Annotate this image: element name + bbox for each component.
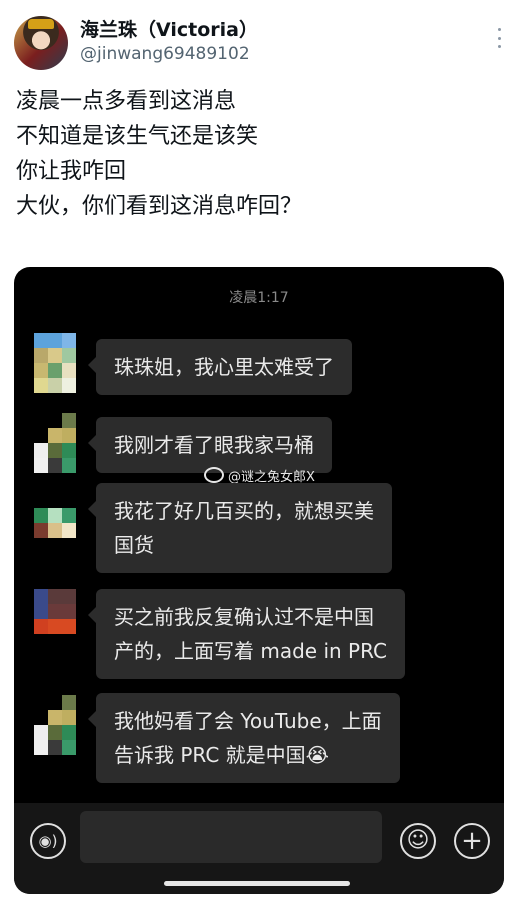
tweet-line: 你让我咋回 [16, 159, 127, 184]
pixelated-avatar [34, 413, 76, 473]
message-line: 我他妈看了会 YouTube，上面 [114, 709, 382, 733]
tweet-line: 凌晨一点多看到这消息 [16, 89, 237, 114]
more-options-icon[interactable] [498, 28, 502, 48]
home-indicator [164, 881, 350, 886]
user-handle[interactable]: @jinwang69489102 [80, 44, 250, 64]
weibo-icon [204, 467, 224, 483]
plus-icon[interactable]: + [454, 823, 490, 859]
chat-timestamp: 凌晨1:17 [229, 290, 289, 306]
message-bubble: 珠珠姐，我心里太难受了 [88, 339, 352, 395]
message-line: 产的，上面写着 made in PRC [114, 639, 387, 663]
pixelated-avatar [34, 589, 76, 649]
tweet-header: 海兰珠（Victoria） @jinwang69489102 [14, 14, 504, 72]
display-name[interactable]: 海兰珠（Victoria） [80, 15, 258, 42]
message-bubble: 买之前我反复确认过不是中国 产的，上面写着 made in PRC [88, 589, 405, 679]
message-line: 珠珠姐，我心里太难受了 [114, 355, 334, 379]
message-line: 国货 [114, 533, 154, 557]
message-bubble: 我他妈看了会 YouTube，上面 告诉我 PRC 就是中国😭 [88, 693, 400, 783]
crown-decoration [28, 19, 54, 29]
message-bubble: 我刚才看了眼我家马桶 [88, 417, 332, 473]
pixelated-avatar [34, 333, 76, 393]
emoji-icon[interactable]: ☺ [400, 823, 436, 859]
chat-screenshot-image[interactable]: 凌晨1:17 珠珠姐，我心里太难受了 我刚才看了眼我家马桶 @谜之兔女郎X 我花… [14, 267, 504, 894]
avatar[interactable] [14, 16, 68, 70]
pixelated-avatar [34, 493, 76, 553]
chat-input-bar: ◉) ☺ + [14, 803, 504, 894]
message-line: 告诉我 PRC 就是中国😭 [114, 743, 330, 767]
message-line: 买之前我反复确认过不是中国 [114, 605, 374, 629]
message-bubble: 我花了好几百买的，就想买美 国货 [88, 483, 392, 573]
message-line: 我花了好几百买的，就想买美 [114, 499, 374, 523]
message-input[interactable] [80, 811, 382, 863]
tweet-line: 不知道是该生气还是该笑 [16, 124, 259, 149]
message-line: 我刚才看了眼我家马桶 [114, 433, 314, 457]
tweet-line: 大伙，你们看到这消息咋回？ [16, 194, 303, 219]
tweet-text: 凌晨一点多看到这消息 不知道是该生气还是该笑 你让我咋回 大伙，你们看到这消息咋… [16, 84, 506, 224]
pixelated-avatar [34, 695, 76, 755]
voice-icon[interactable]: ◉) [30, 823, 66, 859]
